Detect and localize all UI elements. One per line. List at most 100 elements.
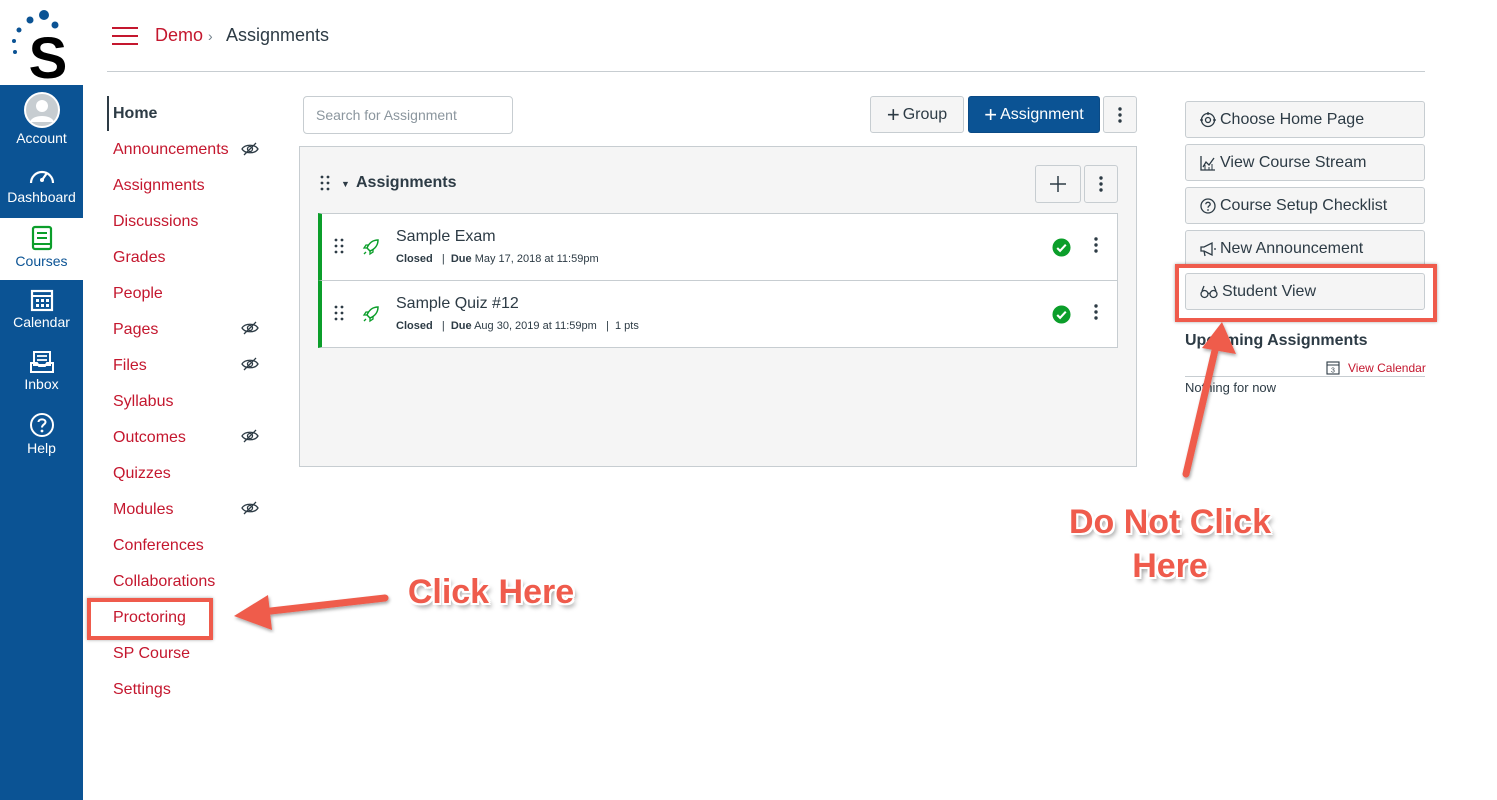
add-group-label: Group: [902, 105, 948, 123]
course-menu-toggle[interactable]: [112, 27, 138, 47]
assignment-row[interactable]: Sample Exam Closed | Due May 17, 2018 at…: [318, 213, 1118, 281]
assignments-settings-button[interactable]: [1103, 96, 1137, 133]
active-indicator: [107, 96, 109, 131]
hidden-eye-icon: [241, 142, 259, 156]
course-nav-settings[interactable]: Settings: [113, 681, 171, 699]
dashboard-icon: [29, 170, 54, 184]
megaphone-icon: [1200, 241, 1216, 256]
due-date: Aug 30, 2019 at 11:59pm: [474, 320, 597, 332]
view-calendar-link[interactable]: 3 View Calendar: [1326, 360, 1426, 375]
do-not-click-line2: Here: [1132, 547, 1208, 585]
header-divider: [107, 71, 1425, 72]
add-to-group-button[interactable]: [1035, 165, 1081, 203]
kebab-icon: [1099, 176, 1103, 192]
breadcrumb-separator: ›: [208, 28, 213, 44]
collapse-caret-icon[interactable]: ▼: [341, 179, 350, 189]
course-nav-announcements[interactable]: Announcements: [113, 141, 229, 159]
due-label: Due: [450, 320, 472, 332]
course-nav-quizzes[interactable]: Quizzes: [113, 465, 171, 483]
gnav-calendar[interactable]: Calendar: [0, 288, 83, 338]
gnav-help-label: Help: [27, 440, 56, 456]
new-announcement-button[interactable]: New Announcement: [1185, 230, 1425, 267]
click-here-arrow-icon: [234, 594, 389, 630]
course-nav-syllabus[interactable]: Syllabus: [113, 393, 173, 411]
gnav-account[interactable]: Account: [0, 92, 83, 152]
course-setup-checklist-button[interactable]: Course Setup Checklist: [1185, 187, 1425, 224]
stream-icon: [1200, 155, 1215, 171]
course-nav-pages[interactable]: Pages: [113, 321, 158, 339]
course-nav-collaborations[interactable]: Collaborations: [113, 573, 215, 591]
do-not-click-line1: Do Not Click: [1068, 503, 1272, 541]
course-nav-outcomes[interactable]: Outcomes: [113, 429, 186, 447]
due-date: May 17, 2018 at 11:59pm: [474, 253, 599, 265]
course-nav-people[interactable]: People: [113, 285, 163, 303]
gnav-dashboard[interactable]: Dashboard: [0, 165, 83, 215]
kebab-icon[interactable]: [1094, 237, 1098, 253]
gnav-inbox[interactable]: Inbox: [0, 350, 83, 400]
gnav-account-label: Account: [16, 130, 67, 146]
choose-home-page-label: Choose Home Page: [1220, 110, 1365, 128]
plus-icon: [1050, 176, 1066, 192]
assignment-row[interactable]: Sample Quiz #12 Closed | Due Aug 30, 201…: [318, 280, 1118, 348]
assignment-meta: Closed | Due Aug 30, 2019 at 11:59pm | 1…: [396, 320, 639, 332]
choose-home-page-button[interactable]: Choose Home Page: [1185, 101, 1425, 138]
quiz-rocket-icon: [362, 239, 379, 256]
hidden-eye-icon: [241, 321, 259, 335]
points: 1 pts: [614, 320, 639, 332]
drag-handle-icon[interactable]: [320, 175, 330, 191]
global-nav: S Account Dashboard Courses Calendar Inb…: [0, 0, 83, 800]
assignment-meta: Closed | Due May 17, 2018 at 11:59pm: [396, 253, 599, 265]
account-icon: [23, 92, 60, 128]
calendar-day-icon: 3: [1326, 361, 1340, 375]
courses-icon: [31, 225, 52, 251]
course-nav-conferences[interactable]: Conferences: [113, 537, 204, 555]
course-nav-assignments[interactable]: Assignments: [113, 177, 205, 195]
drag-handle-icon[interactable]: [334, 238, 344, 254]
proctoring-highlight-box: [87, 598, 213, 640]
course-nav-home[interactable]: Home: [113, 105, 157, 123]
gnav-courses-label: Courses: [15, 253, 68, 269]
kebab-icon[interactable]: [1094, 304, 1098, 320]
question-icon: [1200, 197, 1216, 214]
target-icon: [1200, 111, 1216, 127]
upcoming-divider: [1185, 376, 1425, 377]
view-course-stream-button[interactable]: View Course Stream: [1185, 144, 1425, 181]
view-calendar-label: View Calendar: [1348, 360, 1426, 375]
gnav-help[interactable]: Help: [0, 412, 83, 462]
hidden-eye-icon: [241, 429, 259, 443]
assignment-status: Closed: [396, 253, 433, 265]
gnav-dashboard-label: Dashboard: [7, 189, 76, 205]
do-not-click-annotation: Do Not Click Here: [1050, 500, 1290, 588]
view-course-stream-label: View Course Stream: [1220, 153, 1367, 171]
click-here-annotation: Click Here: [407, 573, 575, 611]
course-nav-files[interactable]: Files: [113, 357, 147, 375]
logo[interactable]: S: [0, 0, 83, 91]
assignment-title-link[interactable]: Sample Quiz #12: [396, 295, 519, 313]
upcoming-assignments-heading: Upcoming Assignments: [1185, 332, 1368, 349]
upcoming-empty-text: Nothing for now: [1185, 380, 1277, 395]
published-check-icon[interactable]: [1052, 305, 1071, 324]
gnav-courses[interactable]: Courses: [0, 218, 83, 280]
gnav-inbox-label: Inbox: [24, 376, 59, 392]
inbox-icon: [29, 351, 54, 373]
hidden-eye-icon: [241, 501, 259, 515]
published-check-icon[interactable]: [1052, 238, 1071, 257]
course-setup-checklist-label: Course Setup Checklist: [1220, 196, 1388, 214]
assignment-title-link[interactable]: Sample Exam: [396, 228, 496, 246]
course-nav-modules[interactable]: Modules: [113, 501, 173, 519]
logo-icon: S: [12, 10, 67, 91]
breadcrumb-current: Assignments: [226, 25, 330, 45]
breadcrumb-course-link[interactable]: Demo: [155, 25, 203, 46]
assignment-search-input[interactable]: [303, 96, 513, 134]
add-group-button[interactable]: + Group: [870, 96, 964, 133]
add-assignment-label: Assignment: [1000, 105, 1084, 123]
assignment-status: Closed: [396, 320, 433, 332]
course-nav-sp-course[interactable]: SP Course: [113, 645, 190, 663]
add-assignment-button[interactable]: + Assignment: [968, 96, 1100, 133]
kebab-icon: [1118, 106, 1122, 123]
course-nav-discussions[interactable]: Discussions: [113, 213, 198, 231]
new-announcement-label: New Announcement: [1220, 239, 1364, 257]
course-nav-grades[interactable]: Grades: [113, 249, 165, 267]
group-settings-button[interactable]: [1084, 165, 1118, 203]
drag-handle-icon[interactable]: [334, 305, 344, 321]
